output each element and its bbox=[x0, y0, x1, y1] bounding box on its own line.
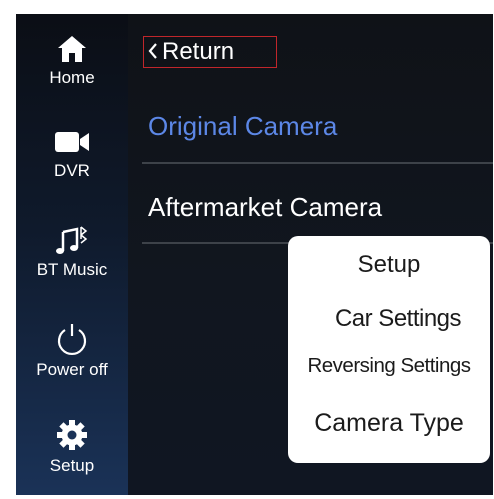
return-label: Return bbox=[162, 38, 235, 65]
option-label: Aftermarket Camera bbox=[148, 192, 383, 222]
sidebar-item-label: Setup bbox=[49, 456, 95, 475]
sidebar-item-bt-music[interactable]: BT Music bbox=[16, 224, 128, 280]
sidebar-item-label: Home bbox=[49, 68, 95, 87]
video-camera-icon bbox=[55, 132, 89, 152]
home-icon bbox=[58, 36, 86, 62]
popup-line-reversing-settings: Reversing Settings bbox=[307, 354, 471, 377]
gear-icon bbox=[57, 420, 87, 450]
head-unit-screen: Home DVR BT Music Power off Setup Return… bbox=[16, 14, 493, 495]
divider bbox=[142, 162, 493, 164]
sidebar: Home DVR BT Music Power off Setup bbox=[16, 14, 128, 495]
instruction-popup: Setup Car Settings Reversing Settings Ca… bbox=[288, 236, 490, 463]
sidebar-item-label: Power off bbox=[36, 360, 108, 379]
sidebar-item-label: BT Music bbox=[36, 260, 108, 279]
option-label: Original Camera bbox=[148, 111, 338, 141]
power-icon bbox=[57, 324, 87, 355]
chevron-left-icon bbox=[148, 37, 158, 66]
sidebar-item-setup[interactable]: Setup bbox=[16, 418, 128, 476]
option-aftermarket-camera[interactable]: Aftermarket Camera bbox=[142, 192, 493, 223]
popup-line-camera-type: Camera Type bbox=[314, 409, 464, 437]
return-button[interactable]: Return bbox=[143, 36, 277, 68]
option-original-camera[interactable]: Original Camera bbox=[142, 111, 493, 142]
sidebar-item-power-off[interactable]: Power off bbox=[16, 322, 128, 380]
popup-line-setup: Setup bbox=[357, 251, 421, 278]
sidebar-item-dvr[interactable]: DVR bbox=[16, 127, 128, 181]
popup-line-car-settings: Car Settings bbox=[334, 305, 462, 332]
sidebar-item-home[interactable]: Home bbox=[16, 34, 128, 88]
sidebar-item-label: DVR bbox=[54, 161, 90, 180]
bluetooth-music-icon bbox=[56, 226, 88, 254]
